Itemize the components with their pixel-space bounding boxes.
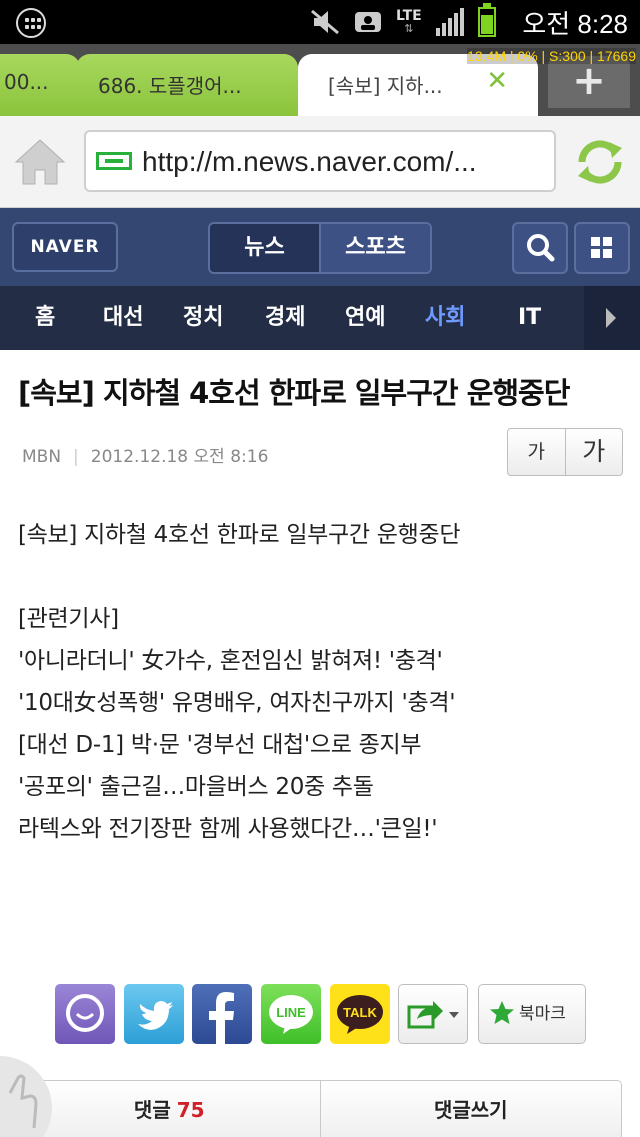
share-naver-talk-button[interactable]: [55, 984, 115, 1044]
tab-label: 00...: [4, 70, 49, 94]
comment-bar: 댓글 75 댓글쓰기: [18, 1080, 622, 1137]
font-larger-button[interactable]: 가: [566, 429, 623, 475]
facebook-icon: [209, 992, 234, 1044]
section-switch: 뉴스 스포츠: [208, 222, 432, 274]
article-headline: [속보] 지하철 4호선 한파로 일부구간 운행중단: [18, 376, 570, 410]
write-comment-button[interactable]: 댓글쓰기: [321, 1081, 622, 1137]
category-home[interactable]: 홈: [35, 286, 55, 350]
bookmark-button[interactable]: 북마크: [478, 984, 586, 1044]
font-size-controls: 가 가: [507, 428, 623, 476]
naver-logo[interactable]: NAVER: [12, 222, 118, 272]
clock: 오전 8:28: [522, 9, 628, 39]
category-election[interactable]: 대선: [103, 286, 143, 350]
tab-sports[interactable]: 스포츠: [321, 224, 430, 272]
comment-count: 75: [176, 1098, 205, 1122]
category-politics[interactable]: 정치: [183, 286, 223, 350]
meta-divider: |: [73, 447, 79, 467]
status-bar: LTE ⇅ 오전 8:28: [0, 0, 640, 44]
search-icon: [527, 234, 555, 262]
signal-icon: [435, 8, 464, 36]
line-icon: LINE: [269, 995, 313, 1034]
share-arrow-icon: [407, 1001, 459, 1029]
battery-icon: [477, 3, 496, 37]
kakaotalk-icon: TALK: [337, 995, 383, 1034]
url-input[interactable]: http://m.news.naver.com/...: [84, 130, 556, 192]
comments-label: 댓글: [133, 1098, 171, 1122]
home-icon[interactable]: [14, 136, 66, 188]
refresh-icon[interactable]: [572, 134, 628, 190]
search-button[interactable]: [512, 222, 568, 274]
mute-icon: [311, 9, 339, 35]
bookmark-label: 북마크: [519, 1004, 566, 1024]
status-icons: LTE ⇅: [310, 3, 496, 38]
tab-label: [속보] 지하...: [328, 74, 443, 98]
tab-news[interactable]: 뉴스: [210, 224, 321, 272]
tab-label: 686. 도플갱어...: [98, 74, 242, 98]
notification-menu-icon[interactable]: [16, 8, 46, 38]
category-it[interactable]: IT: [518, 286, 541, 350]
article-body: [속보] 지하철 4호선 한파로 일부구간 운행중단 [관련기사] '아니라더니…: [18, 522, 461, 842]
category-nav: 홈 대선 정치 경제 연예 사회 IT: [0, 286, 640, 350]
category-next-arrow-icon[interactable]: [584, 286, 640, 350]
talk-text: TALK: [343, 1005, 377, 1020]
category-economy[interactable]: 경제: [265, 286, 305, 350]
url-bar: http://m.news.naver.com/...: [0, 116, 640, 208]
twitter-icon: [138, 1001, 173, 1030]
share-kakaotalk-button[interactable]: TALK: [330, 984, 390, 1044]
touch-gesture-icon: [0, 1056, 52, 1137]
account-icon: [355, 12, 381, 32]
comments-button[interactable]: 댓글 75: [19, 1081, 321, 1137]
url-text: http://m.news.naver.com/...: [142, 146, 477, 177]
debug-overlay: 13.4M | 0% | S:300 | 17669: [467, 48, 636, 64]
star-icon: [490, 1001, 514, 1024]
chat-bubble-icon: [66, 994, 104, 1032]
share-more-button[interactable]: [398, 984, 468, 1044]
close-tab-icon[interactable]: ✕: [486, 66, 508, 96]
article-source: MBN: [22, 447, 62, 467]
grid-icon: [591, 237, 612, 258]
category-society[interactable]: 사회: [425, 286, 465, 350]
tab-1[interactable]: 00...: [0, 54, 80, 116]
site-indicator-icon: [96, 152, 132, 170]
network-type: LTE ⇅: [396, 8, 422, 35]
line-text: LINE: [276, 1005, 306, 1020]
article-date: 2012.12.18 오전 8:16: [90, 447, 269, 467]
share-facebook-button[interactable]: [192, 984, 252, 1044]
category-entertainment[interactable]: 연예: [345, 286, 385, 350]
service-menu-button[interactable]: [574, 222, 630, 274]
share-twitter-button[interactable]: [124, 984, 184, 1044]
tab-2[interactable]: 686. 도플갱어...: [76, 54, 298, 116]
naver-header: NAVER 뉴스 스포츠: [0, 208, 640, 286]
share-line-button[interactable]: LINE: [261, 984, 321, 1044]
font-smaller-button[interactable]: 가: [508, 429, 566, 475]
article-meta: MBN | 2012.12.18 오전 8:16: [22, 442, 268, 467]
